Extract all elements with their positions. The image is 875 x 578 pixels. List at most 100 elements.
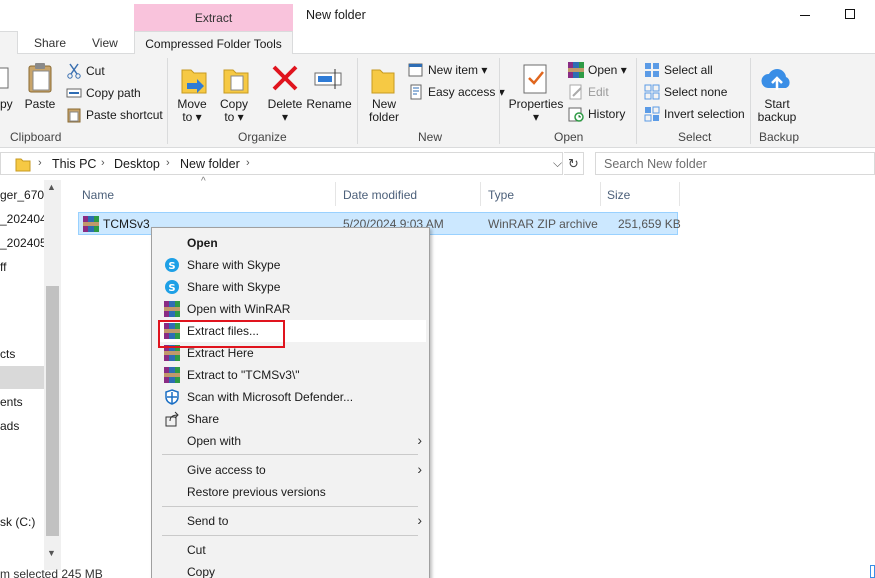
easy-access-button[interactable]: Easy access ▾ [408, 84, 505, 100]
column-separator[interactable] [480, 182, 481, 206]
menu-item-restore-versions[interactable]: Restore previous versions [160, 481, 426, 503]
nav-item[interactable]: ents [0, 395, 23, 409]
cut-button[interactable]: Cut [66, 63, 105, 79]
tab-compressed-folder-tools[interactable]: Compressed Folder Tools [134, 31, 293, 55]
file-type: WinRAR ZIP archive [488, 217, 598, 231]
nav-scrollbar-thumb[interactable] [46, 286, 59, 536]
column-header-date[interactable]: Date modified [343, 188, 417, 202]
properties-icon [523, 64, 547, 94]
tab-view[interactable]: View [92, 36, 118, 50]
menu-item-scan-defender[interactable]: Scan with Microsoft Defender... [160, 386, 426, 408]
menu-item-send-to[interactable]: Send to › [160, 510, 426, 532]
properties-button[interactable] [521, 62, 551, 96]
history-icon [568, 107, 584, 122]
open-button[interactable]: Open ▾ [568, 62, 627, 78]
column-header-name[interactable]: Name [82, 188, 114, 202]
scissors-icon [67, 63, 81, 79]
menu-item-extract-to[interactable]: Extract to "TCMSv3\" [160, 364, 426, 386]
menu-separator [162, 454, 418, 455]
history-button[interactable]: History [568, 106, 625, 122]
breadcrumb-this-pc[interactable]: This PC [52, 157, 96, 171]
address-bar[interactable]: › This PC › Desktop › New folder › ⌵ [0, 152, 563, 175]
breadcrumb-new-folder[interactable]: New folder [180, 157, 240, 171]
menu-item-give-access-label: Give access to [187, 463, 266, 477]
winrar-archive-icon [83, 216, 99, 232]
refresh-button[interactable]: ↻ [564, 152, 584, 175]
menu-item-cut[interactable]: Cut [160, 539, 426, 561]
ribbon-separator [167, 58, 168, 144]
maximize-button[interactable] [845, 9, 855, 19]
edit-button[interactable]: Edit [568, 84, 609, 100]
paste-button[interactable] [26, 62, 56, 96]
copy-folder-icon [223, 69, 249, 94]
view-toggle-button[interactable] [870, 565, 875, 578]
invert-selection-label: Invert selection [664, 107, 745, 121]
tab-share[interactable]: Share [34, 36, 66, 50]
new-group-label: New [418, 130, 443, 144]
extract-context-tab[interactable]: Extract [134, 4, 293, 31]
file-size: 251,659 KB [618, 217, 681, 231]
new-folder-button[interactable] [370, 62, 396, 96]
start-backup-button[interactable] [760, 64, 794, 94]
menu-item-share-skype[interactable]: S Share with Skype [160, 254, 426, 276]
nav-item[interactable]: cts [0, 347, 15, 361]
rename-label: Rename [306, 97, 352, 111]
copy-button[interactable] [0, 64, 14, 94]
select-all-icon [645, 63, 659, 77]
column-separator[interactable] [335, 182, 336, 206]
menu-item-share-label: Share [187, 412, 220, 426]
ribbon-separator [750, 58, 751, 144]
copy-to-button[interactable] [221, 62, 251, 96]
menu-item-share-skype-label: Share with Skype [187, 280, 281, 294]
paste-icon [28, 63, 52, 93]
menu-item-copy[interactable]: Copy [160, 561, 426, 578]
menu-item-open-with-winrar-label: Open with WinRAR [187, 302, 291, 316]
rename-button[interactable] [313, 64, 345, 94]
clipboard-group-label: Clipboard [10, 130, 62, 144]
svg-text:S: S [168, 261, 175, 272]
address-dropdown-icon[interactable]: ⌵ [553, 156, 562, 171]
menu-item-open-with-winrar[interactable]: Open with WinRAR [160, 298, 426, 320]
menu-item-share-skype[interactable]: S Share with Skype [160, 276, 426, 298]
tab-file[interactable] [0, 31, 18, 55]
edit-label: Edit [588, 85, 609, 99]
delete-button[interactable] [270, 64, 300, 94]
move-to-button[interactable] [179, 62, 209, 96]
invert-selection-button[interactable]: Invert selection [644, 106, 745, 122]
minimize-button[interactable] [800, 15, 810, 16]
nav-item[interactable]: ff [0, 260, 6, 274]
column-separator[interactable] [600, 182, 601, 206]
paste-shortcut-button[interactable]: Paste shortcut [66, 107, 163, 123]
breadcrumb-chevron-icon: › [101, 157, 105, 169]
menu-item-send-to-label: Send to [187, 514, 229, 528]
menu-item-open-with[interactable]: Open with › [160, 430, 426, 452]
delete-x-icon [272, 65, 298, 91]
menu-item-open[interactable]: Open [160, 232, 426, 254]
breadcrumb-desktop[interactable]: Desktop [114, 157, 160, 171]
nav-item[interactable]: sk (C:) [0, 515, 35, 529]
menu-item-cut-label: Cut [187, 543, 206, 557]
easy-access-text: Easy access [428, 85, 496, 99]
search-input[interactable]: Search New folder [595, 152, 875, 175]
file-name[interactable]: TCMSv3 [103, 217, 150, 231]
column-header-size[interactable]: Size [607, 188, 630, 202]
new-item-button[interactable]: New item ▾ [408, 62, 487, 78]
move-to-label: Move to ▾ [174, 98, 210, 124]
copy-path-icon [66, 88, 82, 98]
scroll-down-icon[interactable]: ▼ [47, 548, 56, 558]
select-all-button[interactable]: Select all [644, 62, 713, 78]
select-none-button[interactable]: Select none [644, 84, 727, 100]
menu-item-give-access[interactable]: Give access to › [160, 459, 426, 481]
column-header-type[interactable]: Type [488, 188, 514, 202]
nav-item[interactable]: ger_670( [0, 188, 48, 202]
scroll-up-icon[interactable]: ▲ [47, 182, 56, 192]
menu-item-share[interactable]: Share [160, 408, 426, 430]
nav-item[interactable]: ads [0, 419, 19, 433]
skype-icon: S [165, 258, 179, 272]
select-group-label: Select [678, 130, 712, 144]
copy-label: py [0, 97, 13, 111]
copy-icon [0, 67, 9, 89]
nav-scrollbar[interactable]: ▲ ▼ [44, 180, 61, 570]
copy-path-button[interactable]: Copy path [66, 85, 141, 101]
column-separator[interactable] [679, 182, 680, 206]
